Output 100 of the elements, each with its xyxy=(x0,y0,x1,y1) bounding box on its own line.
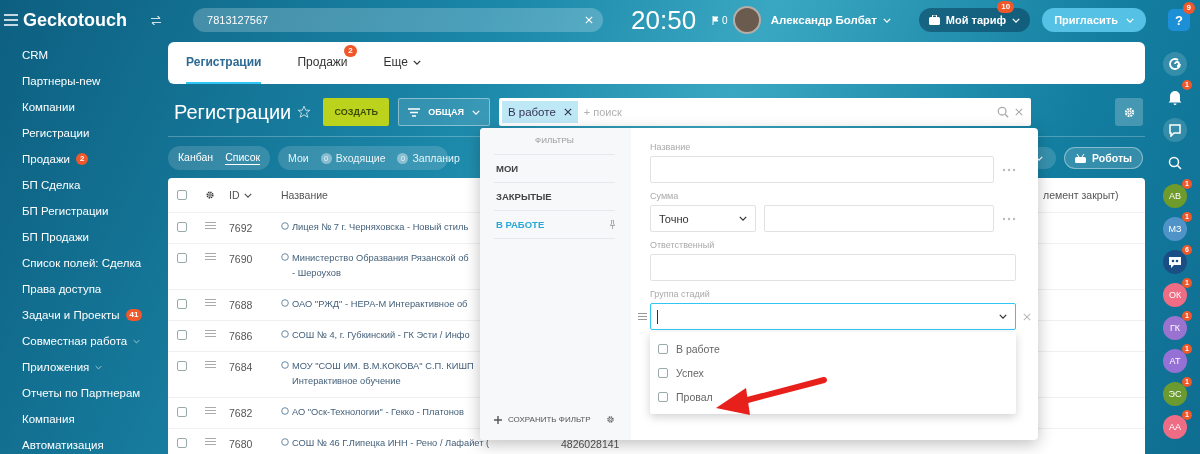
user-name[interactable]: Александр Болбат xyxy=(770,14,877,26)
deal-link[interactable]: - Шероухов xyxy=(292,268,469,278)
field-label: Название xyxy=(650,142,692,152)
sidebar-item[interactable]: БП Регистрации xyxy=(22,205,109,217)
sidebar-item[interactable]: Регистрации xyxy=(22,127,90,139)
table-cell-text: 7684 xyxy=(229,361,254,373)
table-cell-text: 7692 xyxy=(229,222,254,234)
sidebar-item[interactable]: Партнеры-new xyxy=(22,75,101,87)
checkbox[interactable] xyxy=(177,222,187,232)
filter-preset[interactable]: ЗАКРЫТЫЕ xyxy=(494,183,615,211)
text-field[interactable] xyxy=(650,156,994,183)
chevron-icon xyxy=(95,364,103,370)
clear-icon xyxy=(585,16,594,24)
view-tab[interactable]: Список xyxy=(225,151,261,165)
counter-label[interactable]: Мои xyxy=(288,152,309,164)
tariff-button[interactable]: Мой тариф xyxy=(918,8,1031,32)
briefcase-icon xyxy=(928,15,940,25)
checkbox[interactable] xyxy=(177,299,187,309)
checkbox[interactable] xyxy=(177,407,187,417)
option-label[interactable]: Провал xyxy=(676,391,713,403)
field-label: Сумма xyxy=(650,191,680,201)
checkbox[interactable] xyxy=(658,368,668,378)
caret-icon xyxy=(739,216,747,221)
gear-icon xyxy=(205,190,215,200)
table-cell-text: 7680 xyxy=(229,438,254,450)
gear-icon xyxy=(606,415,615,424)
filter-search-field[interactable]: В работе + поиск xyxy=(498,98,1031,126)
sidebar-item[interactable]: Задачи и Проекты xyxy=(22,309,120,321)
deal-link[interactable]: Министерство Образвания Рязанской об xyxy=(292,253,469,263)
deal-link[interactable]: СОШ № 4, г. Губкинский - ГК Эсти / Инфо xyxy=(292,330,470,340)
count-badge: 2 xyxy=(344,45,357,57)
sidebar-item[interactable]: Отчеты по Партнерам xyxy=(22,387,141,399)
clock-time: 20:50 xyxy=(631,4,697,36)
sidebar-item[interactable]: Компания xyxy=(22,413,75,425)
create-button[interactable]: СОЗДАТЬ xyxy=(323,98,390,126)
table-cell-text: 7686 xyxy=(229,330,254,342)
counter-label[interactable]: Входящие xyxy=(335,152,386,164)
deal-link[interactable]: АО "Оск-Технологии" - Гекко - Платонов xyxy=(292,407,464,417)
flag-icon xyxy=(712,15,720,25)
sidebar-item[interactable]: БП Сделка xyxy=(22,179,81,191)
close-icon xyxy=(1014,108,1023,116)
robots-button[interactable]: Роботы xyxy=(1064,147,1143,169)
view-tab[interactable]: Канбан xyxy=(178,151,214,165)
option-label[interactable]: В работе xyxy=(676,343,720,355)
bell-icon xyxy=(1168,89,1182,105)
table-cell-text: 7690 xyxy=(229,253,254,265)
sidebar-item[interactable]: Продажи xyxy=(22,153,71,165)
sidebar-item[interactable]: CRM xyxy=(22,49,49,61)
checkbox[interactable] xyxy=(177,190,187,200)
filter-chip[interactable]: В работе xyxy=(501,101,578,123)
save-filter-link[interactable]: СОХРАНИТЬ ФИЛЬТР xyxy=(508,415,600,424)
help-button[interactable]: ? xyxy=(1168,9,1190,31)
checkbox[interactable] xyxy=(658,392,668,402)
search-icon xyxy=(1168,156,1182,170)
robot-icon xyxy=(1075,153,1087,163)
column-header[interactable]: ID xyxy=(229,189,281,201)
field-label: Группа стадий xyxy=(650,289,711,299)
tab[interactable]: Еще xyxy=(383,42,421,84)
circle-icon xyxy=(281,299,289,307)
sidebar-item[interactable]: Автоматизация xyxy=(22,439,104,451)
sidebar-item[interactable]: Права доступа xyxy=(22,283,102,295)
deal-link[interactable]: ОАО "РЖД" - НЕРА-М Интерактивное об xyxy=(292,299,468,309)
stage-group-select[interactable] xyxy=(650,303,1016,330)
text-field[interactable] xyxy=(650,254,1016,281)
option-label[interactable]: Успех xyxy=(676,367,704,379)
drag-handle-icon xyxy=(205,222,216,229)
amount-field[interactable] xyxy=(764,205,994,232)
checkbox[interactable] xyxy=(177,438,187,448)
field-label: Ответственный xyxy=(650,240,716,250)
drag-handle-icon xyxy=(205,438,216,445)
count-badge: 41 xyxy=(125,309,143,321)
tab[interactable]: Регистрации xyxy=(186,42,262,84)
column-header[interactable]: Название xyxy=(281,189,481,201)
sidebar-item[interactable]: БП Продажи xyxy=(22,231,90,243)
sidebar-item[interactable]: Совместная работа xyxy=(22,335,128,347)
page-title: Регистрации xyxy=(174,100,292,124)
drag-handle-icon xyxy=(205,361,216,368)
checkbox[interactable] xyxy=(658,344,668,354)
deal-link[interactable]: МОУ "СОШ ИМ. В.М.КОКОВА" С.П. КИШП xyxy=(292,361,474,371)
operator-select[interactable]: Точно xyxy=(650,205,756,232)
caret-icon xyxy=(413,59,421,65)
avatar[interactable] xyxy=(732,6,761,34)
sidebar-item[interactable]: Список полей: Сделка xyxy=(22,257,142,269)
sidebar-item[interactable]: Приложения xyxy=(22,361,90,373)
circle-icon xyxy=(281,407,289,415)
search-field[interactable]: 7813127567 xyxy=(193,8,604,32)
sidebar-item[interactable]: Компании xyxy=(22,101,75,113)
chat-icon xyxy=(1168,123,1182,137)
brand-name[interactable]: Geckotouch xyxy=(23,9,128,31)
checkbox[interactable] xyxy=(177,361,187,371)
filter-preset[interactable]: МОИ xyxy=(494,155,615,183)
filter-button[interactable]: ОБЩАЯ xyxy=(398,98,490,126)
checkbox[interactable] xyxy=(177,253,187,263)
count-badge: 10 xyxy=(997,1,1015,13)
deal-link[interactable]: Интерактивное обучение xyxy=(292,376,474,386)
checkbox[interactable] xyxy=(177,330,187,340)
caret-icon xyxy=(999,314,1007,319)
deal-link[interactable]: Лицея № 7 г. Черняховска - Новый стиль xyxy=(292,222,469,232)
remove-icon xyxy=(1023,312,1031,321)
settings-button[interactable] xyxy=(1115,98,1143,126)
